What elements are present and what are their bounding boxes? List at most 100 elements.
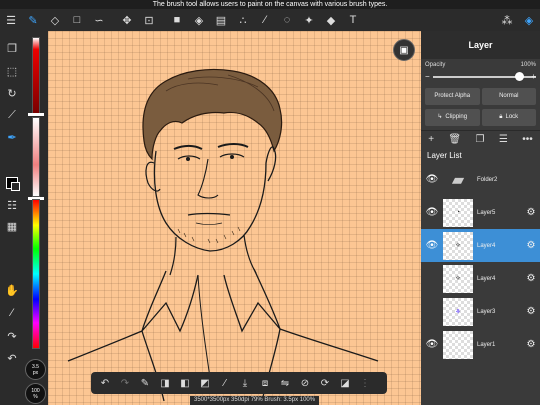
color-toggle-icon[interactable]: ◨ (155, 373, 175, 393)
gear-icon[interactable]: ⚙ (522, 207, 540, 218)
sketch-artwork (67, 68, 379, 402)
tool-tooltip: The brush tool allows users to paint on … (152, 1, 388, 8)
more-icon[interactable]: ••• (522, 134, 533, 145)
magic-wand-icon[interactable]: ✦ (298, 9, 320, 31)
brush-size-value: 3.5 px (32, 363, 39, 376)
ruler-icon[interactable]: ⟋ (2, 106, 22, 124)
layer-row[interactable]: ⟡ Layer4 ⚙ (421, 262, 540, 295)
materials-icon[interactable]: ⁂ (496, 9, 518, 31)
eyedropper-icon[interactable]: ⁄ (254, 9, 276, 31)
visibility-eye-icon[interactable]: 👁︎ (421, 240, 443, 251)
gear-icon[interactable]: ⚙ (522, 339, 540, 350)
panel-title: Layer (421, 31, 540, 59)
opacity-label: Opacity (425, 62, 446, 68)
lock-button[interactable]: 🔒︎ Lock (481, 109, 536, 126)
color-slider-column (24, 31, 48, 405)
canvas-area[interactable]: ▣ (48, 31, 421, 405)
grip-icon[interactable]: ⋮ (355, 373, 375, 393)
palette-list-icon[interactable]: ☷ (2, 196, 22, 214)
layer-row[interactable]: 👁︎ ▰ Folder2 (421, 163, 540, 196)
lock-icon: 🔒︎ (499, 114, 503, 120)
redo-icon[interactable]: ↷ (2, 327, 22, 345)
smudge-icon[interactable]: ∽ (88, 9, 110, 31)
palette-grid-icon[interactable]: ▦ (2, 217, 22, 235)
crop-icon[interactable]: ⧈ (255, 373, 275, 393)
selection-pen-icon[interactable]: ◆ (320, 9, 342, 31)
blend-mode-select[interactable]: Normal (481, 88, 536, 105)
layer-row[interactable]: 👁︎ Layer1 ⚙ (421, 328, 540, 361)
eyedropper-side-icon[interactable]: ⁄ (2, 304, 22, 322)
gear-icon[interactable]: ⚙ (522, 240, 540, 251)
minus-icon[interactable]: − (425, 72, 430, 82)
visibility-eye-icon[interactable]: 👁︎ (421, 207, 443, 218)
screen-tone-icon[interactable]: ◪ (335, 373, 355, 393)
no-brush-icon[interactable]: ⊘ (295, 373, 315, 393)
brightness-slider[interactable] (32, 37, 40, 115)
brush-opacity-bubble[interactable]: 100 % (25, 383, 46, 404)
protect-alpha-button[interactable]: Protect Alpha (425, 88, 480, 105)
opacity-slider[interactable]: − + (425, 72, 536, 82)
bucket-icon[interactable]: ◈ (188, 9, 210, 31)
eyedropper-bottom-icon[interactable]: ⁄ (215, 373, 235, 393)
layer-panel: Layer Opacity 100% − + Protect Alpha Nor… (421, 31, 540, 405)
brush-icon[interactable]: ✎ (22, 9, 44, 31)
redo-bottom-icon[interactable]: ↷ (115, 373, 135, 393)
menu-icon[interactable]: ☰ (0, 9, 22, 31)
layer-name: Layer5 (477, 209, 496, 216)
square-select-icon[interactable]: □ (66, 9, 88, 31)
color-swatch-icon[interactable] (2, 174, 22, 192)
transform-icon[interactable]: ⊡ (138, 9, 160, 31)
delete-layer-icon[interactable]: 🗑︎ (448, 134, 461, 145)
fill-color-icon[interactable]: ■ (166, 9, 188, 31)
navigator-icon[interactable]: ▣ (393, 39, 415, 61)
rotate-icon[interactable]: ↻ (2, 84, 22, 102)
plus-icon[interactable]: + (531, 72, 536, 82)
move-icon[interactable]: ✥ (116, 9, 138, 31)
flip-icon[interactable]: ⇋ (275, 373, 295, 393)
text-icon[interactable]: T (342, 9, 364, 31)
layer-list-title: Layer List (427, 151, 462, 160)
gear-icon[interactable]: ⚙ (522, 273, 540, 284)
layer-row-selected[interactable]: 👁︎ ⟡ Layer4 ⚙ (421, 229, 540, 262)
clipping-button[interactable]: ↳ Clipping (425, 109, 480, 126)
gear-icon[interactable]: ⚙ (522, 306, 540, 317)
bottom-toolbar: ↶ ↷ ✎ ◨ ◧ ◩ ⁄ ⤓ ⧈ ⇋ ⊘ ⟳ ◪ ⋮ (91, 372, 387, 394)
top-toolbar: ☰ ✎ ◇ □ ∽ ✥ ⊡ ■ ◈ ▤ ∴ ⁄ ◌ ✦ ◆ T ⁂ ◈ (0, 9, 540, 31)
eraser-icon[interactable]: ◇ (44, 9, 66, 31)
layer-name: Layer4 (477, 242, 496, 249)
quick-brush-icon[interactable]: ✎ (135, 373, 155, 393)
dotted-select-icon[interactable]: ⬚ (2, 62, 22, 80)
hue-slider[interactable] (32, 199, 40, 349)
undo-icon[interactable]: ↶ (2, 349, 22, 367)
opacity-knob[interactable] (515, 72, 524, 81)
layer-row[interactable]: 👁︎ ◔ Layer5 ⚙ (421, 196, 540, 229)
brightness-knob[interactable] (28, 113, 44, 116)
layer-name: Layer3 (477, 308, 496, 315)
layers-icon[interactable]: ◈ (518, 9, 540, 31)
blur-icon[interactable]: ∴ (232, 9, 254, 31)
refresh-icon[interactable]: ⟳ (315, 373, 335, 393)
add-layer-icon[interactable]: + (428, 134, 434, 145)
undo-bottom-icon[interactable]: ↶ (95, 373, 115, 393)
import-icon[interactable]: ⤓ (235, 373, 255, 393)
canvas-status: 3500*3500px 350dpi 79% Brush: 3.5px 100% (190, 396, 320, 405)
fill-bottom-icon[interactable]: ◩ (195, 373, 215, 393)
duplicate-layer-icon[interactable]: ❐ (476, 134, 485, 145)
lasso-icon[interactable]: ◌ (276, 9, 298, 31)
list-icon[interactable]: ☰ (499, 134, 508, 145)
visibility-eye-icon[interactable]: 👁︎ (421, 174, 443, 185)
drawing-canvas[interactable] (48, 31, 421, 405)
saturation-slider[interactable] (32, 117, 40, 197)
visibility-eye-icon[interactable]: 👁︎ (421, 339, 443, 350)
layer-row[interactable]: ⚘ Layer3 ⚙ (421, 295, 540, 328)
gradient-icon[interactable]: ▤ (210, 9, 232, 31)
folder-icon: ▰ (451, 171, 465, 189)
pages-icon[interactable]: ❐ (2, 39, 22, 57)
opacity-value: 100% (520, 62, 536, 68)
hand-icon[interactable]: ✋ (2, 281, 22, 299)
brush-size-bubble[interactable]: 3.5 px (25, 359, 46, 380)
pen-icon[interactable]: ✒ (2, 128, 22, 146)
layer-actions-row: + 🗑︎ ❐ ☰ ••• (421, 130, 540, 148)
secondary-color-icon[interactable]: ◧ (175, 373, 195, 393)
lock-label: Lock (505, 114, 519, 120)
